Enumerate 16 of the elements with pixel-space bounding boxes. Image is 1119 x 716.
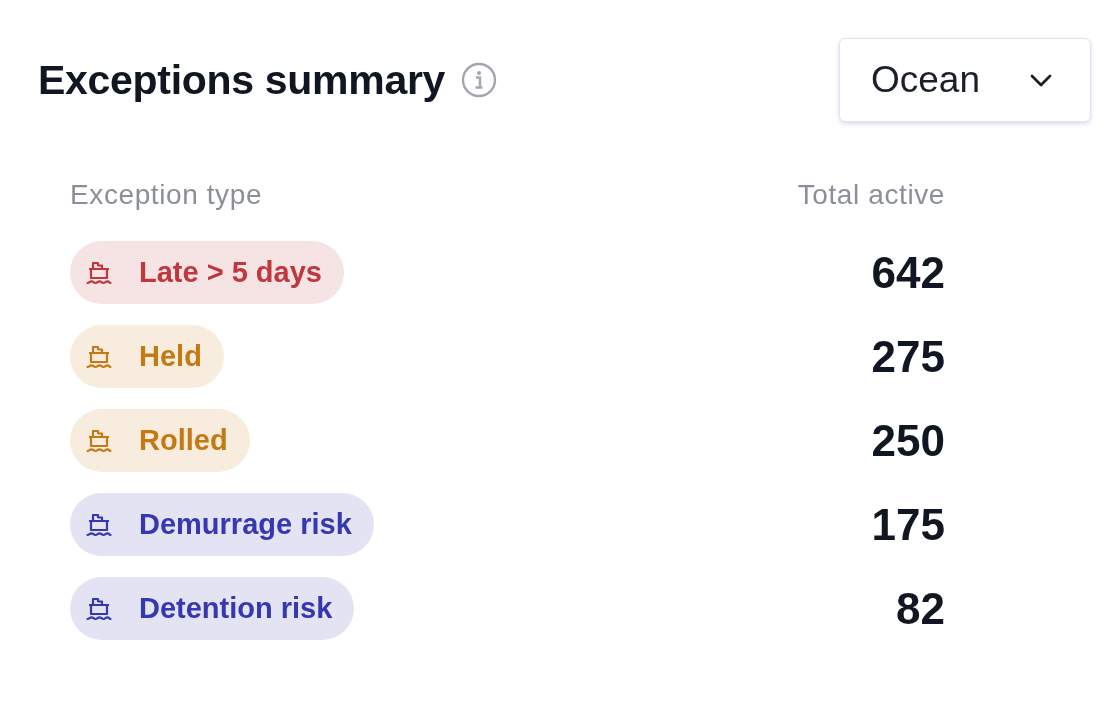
total-active-count: 642 [871,247,945,298]
exception-tag: Rolled [70,409,250,472]
column-header: Exception type [70,179,264,211]
column-header: Total active [797,179,945,211]
exception-tag: Detention risk [70,577,355,640]
exception-tag: Held [70,325,224,388]
mode-dropdown[interactable]: Ocean [839,38,1091,122]
info-icon[interactable] [461,62,498,98]
total-active-count: 275 [871,331,945,382]
total-active-count: 175 [871,499,945,550]
total-active-count: 250 [871,415,945,466]
exception-tag: Demurrage risk [70,493,374,556]
panel-title: Exceptions summary [38,56,446,104]
exception-tag: Late > 5 days [70,241,344,304]
chevron-down-icon [1030,73,1052,87]
total-active-count: 82 [896,583,945,634]
